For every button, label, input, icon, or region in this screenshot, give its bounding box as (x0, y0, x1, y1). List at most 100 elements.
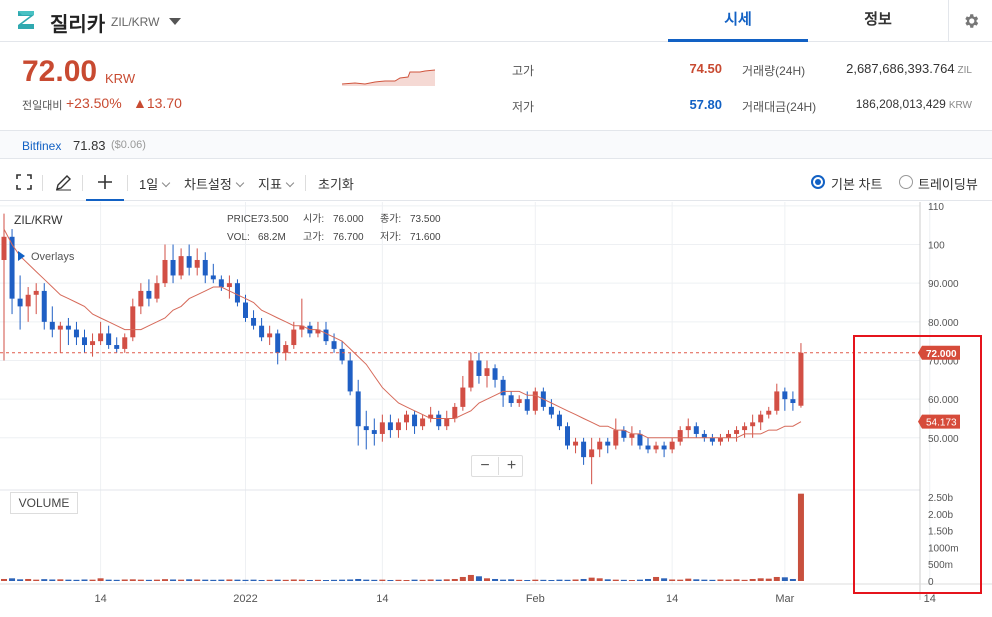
candle-body (717, 437, 723, 442)
moving-average-line (3, 228, 802, 439)
candle-body (259, 325, 265, 338)
price-currency: KRW (105, 71, 136, 86)
reset-button[interactable]: 초기화 (318, 174, 354, 193)
candle-body (363, 426, 369, 431)
zoom-out-button[interactable]: − (472, 457, 498, 475)
legend-price: 73.500 (258, 214, 289, 225)
tab-info[interactable]: 정보 (808, 0, 948, 42)
zoom-in-button[interactable]: + (498, 457, 524, 475)
volume-bar (427, 579, 434, 581)
candle-body (283, 345, 289, 353)
candle-body (484, 368, 490, 376)
interval-label: 1일 (139, 177, 159, 192)
candle-body (202, 259, 208, 276)
price-chart[interactable]: 11010090.00080.00070.00060.00050.000 2.5… (0, 202, 992, 617)
toolbar-divider (305, 175, 306, 191)
volume-bar (314, 579, 321, 581)
volume-bar (435, 579, 442, 581)
pencil-icon[interactable] (55, 174, 72, 191)
volume-bar (419, 579, 426, 581)
candle-body (460, 387, 466, 407)
candle-body (218, 279, 224, 288)
volume-bar (41, 579, 48, 581)
volume-bar (242, 579, 249, 581)
volume-bar (234, 579, 241, 581)
candle-body (25, 294, 31, 307)
change-rate: +23.50% (66, 95, 122, 111)
volume-bar (178, 579, 185, 581)
interval-select[interactable]: 1일 (139, 174, 171, 193)
volume-bar (258, 579, 265, 581)
legend-low-label: 저가: (380, 231, 401, 243)
bitfinex-link[interactable]: Bitfinex (22, 139, 61, 153)
volume-bar (580, 578, 587, 581)
chart-settings-menu[interactable]: 차트설정 (184, 174, 245, 193)
legend-open-label: 시가: (303, 213, 324, 225)
candle-body (65, 325, 71, 330)
candle-body (331, 341, 337, 349)
settings-button[interactable] (948, 0, 992, 42)
candle-body (275, 333, 281, 353)
amount-24h: 186,208,013,429 KRW (820, 97, 972, 111)
crosshair-icon (98, 175, 112, 189)
candle-body (565, 426, 570, 446)
volume-bar (73, 579, 80, 581)
tab-market[interactable]: 시세 (668, 0, 808, 42)
basic-chart-label[interactable]: 기본 차트 (831, 174, 882, 193)
time-tick-label: 14 (666, 593, 678, 605)
volume-bar (693, 579, 700, 581)
tradingview-label[interactable]: 트레이딩뷰 (918, 174, 978, 193)
volume-bar (137, 579, 144, 581)
volume-bar (226, 579, 233, 581)
crosshair-button[interactable] (86, 163, 124, 201)
volume-bar (363, 579, 370, 581)
candle-body (122, 337, 128, 349)
header-bar: 질리카 ZIL/KRW 시세 정보 (0, 0, 992, 42)
candle-body (468, 360, 474, 388)
tradingview-radio[interactable] (899, 175, 913, 189)
candle-body (339, 348, 345, 361)
current-price: 72.00 (22, 55, 98, 88)
volume-bar (500, 579, 507, 581)
candle-body (73, 329, 79, 338)
candle-body (162, 259, 168, 284)
legend-price-label: PRICE: (227, 214, 260, 225)
volume-bar (451, 578, 458, 581)
chevron-down-icon (285, 178, 295, 188)
overlays-label[interactable]: Overlays (31, 251, 75, 263)
coin-dropdown-icon[interactable] (169, 18, 181, 25)
volume-bar (81, 579, 88, 581)
volume-bar (789, 578, 796, 581)
candle-body (436, 414, 442, 427)
candle-body (1, 236, 7, 260)
volume-bar (194, 579, 201, 581)
volume-bar (411, 579, 418, 581)
volume-bar (733, 579, 740, 581)
volume-bar (145, 579, 152, 581)
candle-body (194, 259, 200, 268)
volume-bar (162, 579, 168, 581)
candle-body (226, 283, 232, 288)
basic-chart-radio[interactable] (811, 175, 825, 189)
bitfinex-diff: ($0.06) (111, 139, 146, 151)
volume-bar (17, 579, 24, 581)
candle-body (347, 360, 353, 392)
candle-body (798, 352, 804, 406)
volume-bar (556, 579, 563, 581)
volume-24h: 2,687,686,393.764 ZIL (820, 61, 972, 76)
volume-bar (548, 579, 555, 581)
candle-body (556, 414, 562, 427)
candle-body (355, 391, 361, 427)
candle-body (492, 368, 498, 380)
candle-body (669, 441, 675, 450)
indicators-menu[interactable]: 지표 (258, 174, 295, 193)
volume-bar (170, 579, 177, 581)
low-value: 57.80 (689, 97, 722, 112)
volume-bar (113, 579, 120, 581)
volume-bar (524, 579, 531, 581)
volume-bar (105, 579, 112, 581)
price-tick-label: 90.000 (928, 279, 959, 290)
volume-bar (749, 578, 756, 581)
fullscreen-icon[interactable] (16, 174, 32, 190)
volume-bar (709, 579, 716, 581)
